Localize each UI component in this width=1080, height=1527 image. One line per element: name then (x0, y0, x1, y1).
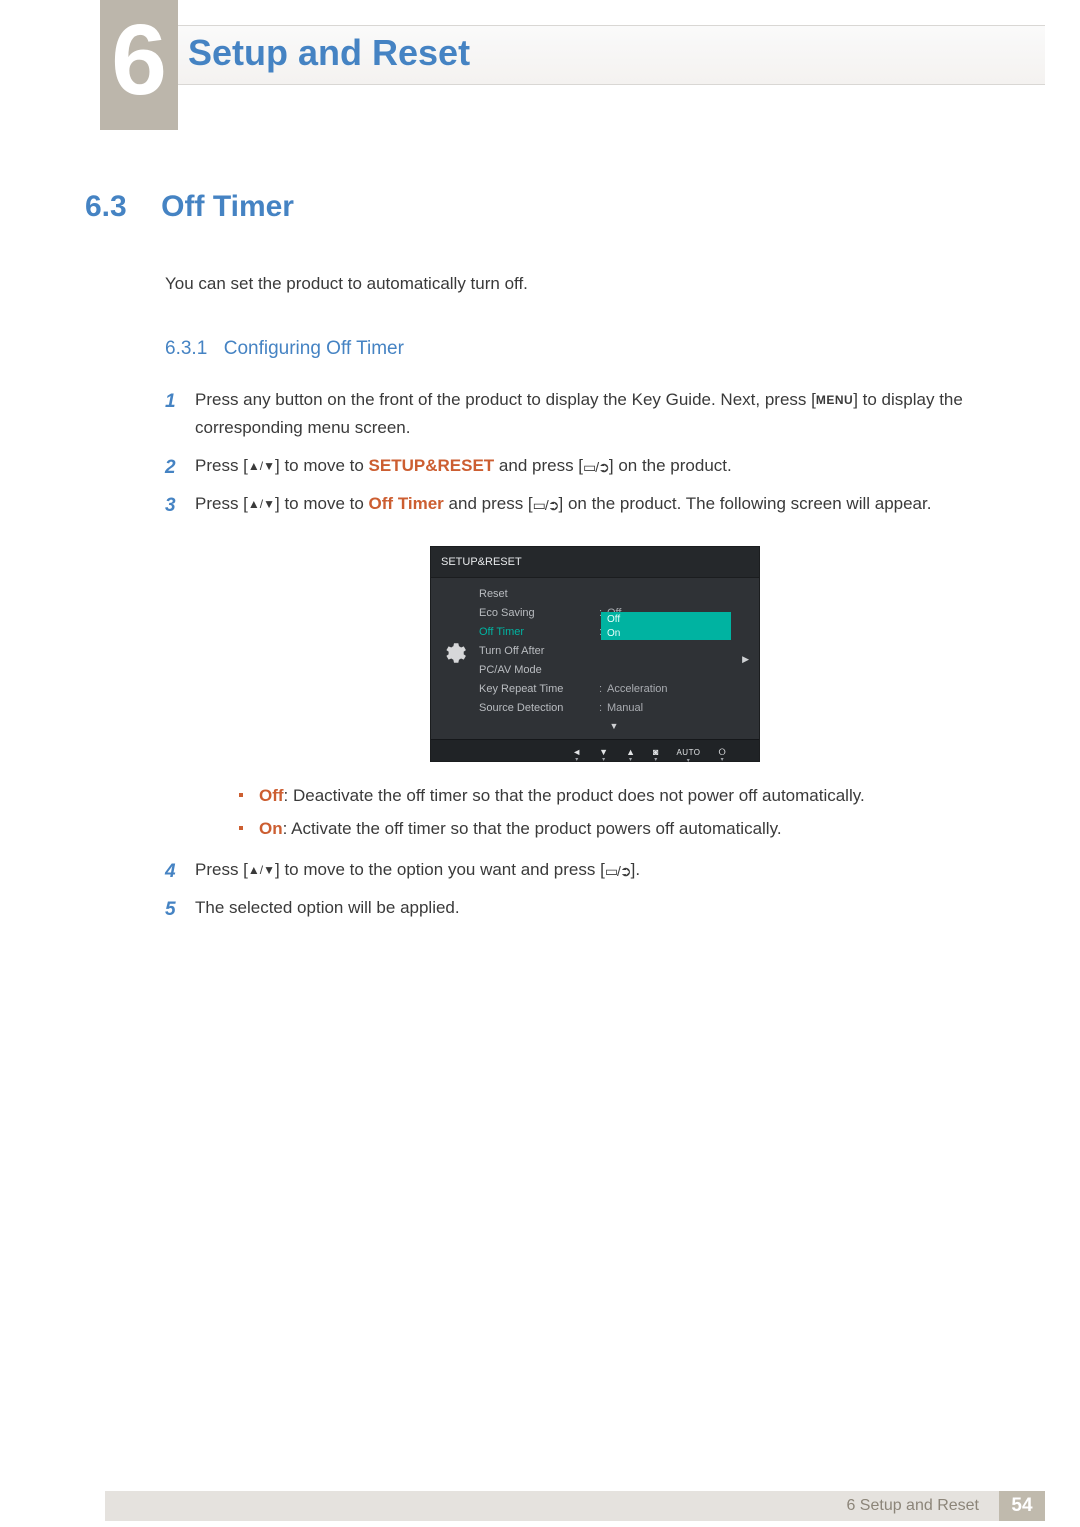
chapter-number-badge: 6 (100, 0, 178, 130)
enter-source-icon: ▭/➲ (533, 494, 559, 517)
nav-left-icon: ◄ (572, 745, 581, 760)
step-number: 1 (165, 386, 176, 417)
osd-row-turnoffafter: Turn Off After (479, 641, 749, 660)
section-title: Off Timer (161, 190, 294, 223)
step-4: 4 Press [▲/▼] to move to the option you … (165, 856, 995, 884)
enter-source-icon: ▭/➲ (583, 456, 609, 479)
enter-icon: ◙ (653, 745, 658, 760)
step-3: 3 Press [▲/▼] to move to Off Timer and p… (165, 490, 995, 844)
osd-footer: ◄ ▼ ▲ ◙ AUTO ⭘ (431, 739, 759, 761)
step-text: ] to move to (275, 494, 369, 513)
subsection-number: 6.3.1 (165, 338, 207, 359)
menu-key-label: MENU (816, 393, 853, 407)
step-text: ] on the product. (609, 456, 732, 475)
osd-row-reset: Reset (479, 584, 749, 603)
step-text: and press [ (494, 456, 583, 475)
gear-icon (441, 640, 467, 666)
option-off: Off: Deactivate the off timer so that th… (239, 782, 995, 811)
step-1: 1 Press any button on the front of the p… (165, 386, 995, 442)
footer: 6 Setup and Reset 54 (0, 1483, 1080, 1527)
keyword: Off Timer (369, 494, 444, 513)
osd-row-sourcedet: Source Detection:Manual (479, 698, 749, 717)
power-icon: ⭘ (719, 745, 726, 760)
osd-dropdown: Off On (601, 612, 731, 640)
up-down-icon: ▲/▼ (248, 495, 275, 515)
keyword: SETUP&RESET (369, 456, 495, 475)
option-on: On: Activate the off timer so that the p… (239, 815, 995, 844)
section-number: 6.3 (85, 190, 127, 223)
content: 6.3 Off Timer You can set the product to… (85, 190, 995, 932)
step-text: Press [ (195, 456, 248, 475)
step-text: ] on the product. The following screen w… (559, 494, 932, 513)
osd-row-keyrepeat: Key Repeat Time:Acceleration (479, 679, 749, 698)
step-text: ]. (631, 860, 640, 879)
nav-down-icon: ▼ (599, 745, 608, 760)
option-text: : Deactivate the off timer so that the p… (284, 786, 865, 805)
step-text: and press [ (444, 494, 533, 513)
option-text: : Activate the off timer so that the pro… (283, 819, 782, 838)
osd-title: SETUP&RESET (431, 547, 759, 578)
chevron-right-icon: ▶ (742, 652, 749, 667)
nav-up-icon: ▲ (626, 745, 635, 760)
step-text: ] to move to the option you want and pre… (275, 860, 605, 879)
step-text: The selected option will be applied. (195, 898, 460, 917)
step-text: Press any button on the front of the pro… (195, 390, 816, 409)
step-number: 5 (165, 894, 176, 925)
auto-label: AUTO (676, 746, 700, 759)
keyword: On (259, 819, 283, 838)
osd-screenshot: SETUP&RESET ▶ Reset Eco Saving:Off Off T… (430, 546, 760, 762)
subsection-title: Configuring Off Timer (224, 338, 404, 359)
up-down-icon: ▲/▼ (248, 457, 275, 477)
footer-text: 6 Setup and Reset (105, 1491, 1045, 1521)
chevron-down-icon: ▼ (479, 719, 749, 729)
steps-list: 1 Press any button on the front of the p… (165, 386, 995, 922)
document-page: { "header": { "chapter_num": "6", "chapt… (0, 0, 1080, 1527)
osd-row-pcav: PC/AV Mode (479, 660, 749, 679)
step-5: 5 The selected option will be applied. (165, 894, 995, 922)
enter-source-icon: ▭/➲ (605, 860, 631, 883)
page-number: 54 (999, 1491, 1045, 1521)
step-text: ] to move to (275, 456, 369, 475)
step-text: Press [ (195, 494, 248, 513)
step-number: 4 (165, 856, 176, 887)
osd-dropdown-option: On (601, 626, 731, 640)
osd-dropdown-option: Off (601, 612, 731, 626)
osd-row-offtimer: Off Timer: Off On (479, 622, 749, 641)
section-intro: You can set the product to automatically… (165, 274, 995, 294)
osd-body: ▶ Reset Eco Saving:Off Off Timer: Off On… (431, 578, 759, 739)
options-list: Off: Deactivate the off timer so that th… (239, 782, 995, 844)
step-text: Press [ (195, 860, 248, 879)
step-2: 2 Press [▲/▼] to move to SETUP&RESET and… (165, 452, 995, 480)
step-number: 3 (165, 490, 176, 521)
chapter-title: Setup and Reset (188, 32, 470, 74)
up-down-icon: ▲/▼ (248, 861, 275, 881)
keyword: Off (259, 786, 284, 805)
step-number: 2 (165, 452, 176, 483)
